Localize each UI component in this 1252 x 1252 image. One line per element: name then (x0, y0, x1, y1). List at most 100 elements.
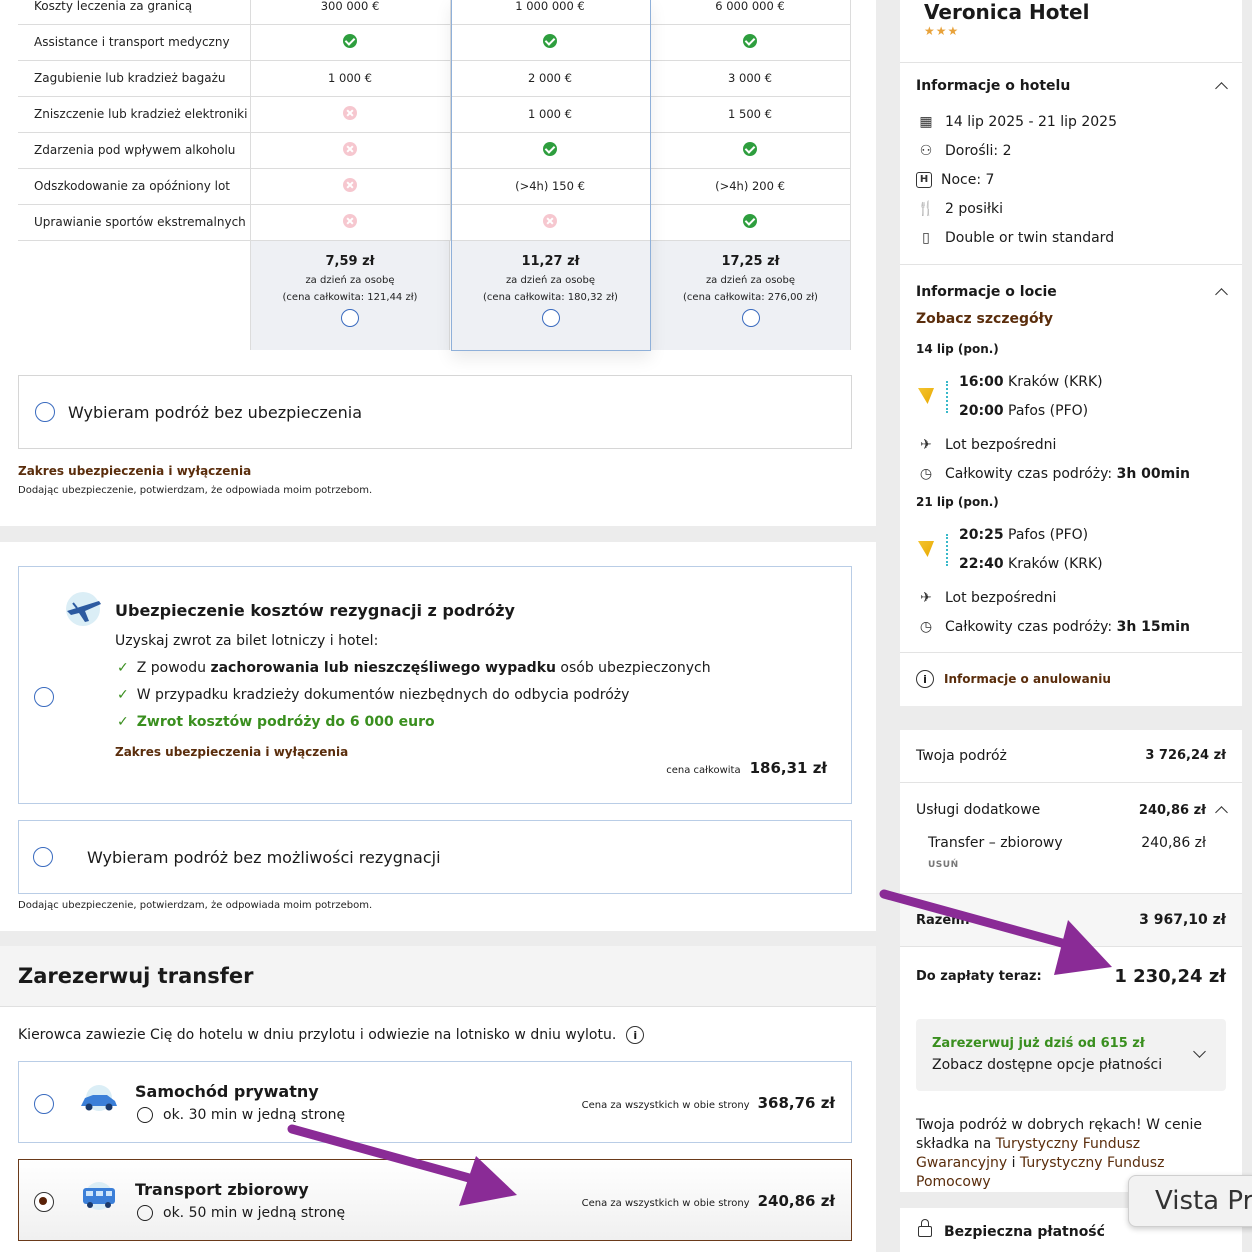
outbound-arrival: 20:00 Pafos (PFO) (959, 403, 1088, 419)
extras-value: 240,86 zł (1138, 802, 1206, 818)
coverage-label: Zdarzenia pod wpływem alkoholu (18, 132, 250, 169)
vista-preview-tab[interactable]: Vista Pr (1128, 1175, 1252, 1227)
coverage-row: Assistance i transport medyczny (18, 24, 851, 61)
nights-row: H Noce: 7 (916, 165, 1117, 194)
airline-logo-icon (918, 388, 934, 404)
transfer-heading: Zarezerwuj transfer (18, 964, 254, 988)
no-cancellation-option[interactable]: Wybieram podróż bez możliwości rezygnacj… (18, 820, 852, 894)
scope-link[interactable]: Zakres ubezpieczenia i wyłączenia (18, 464, 251, 478)
cancellation-subtitle: Uzyskaj zwrot za bilet lotniczy i hotel: (115, 633, 379, 649)
hotel-info-header[interactable]: Informacje o hotelu (916, 78, 1230, 95)
divider (900, 264, 1242, 265)
meals-row: 🍴 2 posiłki (916, 194, 1117, 223)
divider (900, 782, 1242, 783)
details-link[interactable]: Zobacz szczegóły (916, 311, 1053, 327)
benefit-text: Z powodu (136, 660, 211, 676)
cancellation-scope-link[interactable]: Zakres ubezpieczenia i wyłączenia (115, 745, 348, 759)
cancel-info-link[interactable]: i Informacje o anulowaniu (916, 670, 1111, 688)
no-insurance-radio[interactable] (35, 402, 55, 422)
price-value: 368,76 zł (757, 1094, 835, 1112)
transfer-radio[interactable] (34, 1094, 54, 1114)
place: Pafos (PFO) (1008, 403, 1089, 419)
price-summary: Twoja podróż 3 726,24 zł Usługi dodatkowe… (900, 730, 1242, 1192)
adults-text: Dorośli: 2 (945, 142, 1012, 159)
reserve-from-text: Zarezerwuj już dziś od 615 zł (932, 1036, 1145, 1051)
section-title: Informacje o hotelu (916, 78, 1071, 94)
transfer-time: ok. 50 min w jedną stronę (137, 1205, 345, 1221)
chevron-up-icon[interactable] (1215, 288, 1228, 301)
benefit-text: Zwrot kosztów podróży do 6 000 euro (136, 714, 435, 730)
check-icon (649, 204, 851, 241)
transfer-price: Cena za wszystkich w obie strony 368,76 … (582, 1094, 835, 1112)
remove-link[interactable]: USUŃ (928, 860, 959, 870)
pay-now-value: 1 230,24 zł (1114, 966, 1226, 987)
divider (900, 652, 1242, 653)
hotel-name: Veronica Hotel (924, 0, 1090, 24)
section-title: Informacje o locie (916, 284, 1057, 300)
lock-shackle (921, 1219, 929, 1227)
info-icon[interactable]: i (626, 1026, 645, 1044)
check-icon: ✓ (117, 687, 129, 703)
plan-premium-price[interactable]: 17,25 zł za dzień za osobę (cena całkowi… (651, 241, 851, 350)
check-icon (649, 132, 851, 169)
info-icon: i (916, 670, 934, 688)
no-insurance-option[interactable]: Wybieram podróż bez ubezpieczenia (18, 375, 852, 449)
plane-icon: ✈ (920, 436, 932, 453)
coverage-row: Odszkodowanie za opóźniony lot (>4h) 150 … (18, 168, 851, 205)
check-icon: ✓ (117, 660, 129, 676)
no-cancellation-radio[interactable] (33, 847, 53, 867)
cancellation-title: Ubezpieczenie kosztów rezygnacji z podró… (115, 601, 515, 620)
plan-price: 7,59 zł (325, 254, 375, 269)
airline-logo-icon (918, 541, 934, 557)
total-value: 3h 00min (1116, 465, 1190, 482)
time: 22:40 (959, 556, 1004, 572)
transfer-option-shared[interactable]: Transport zbiorowy ok. 50 min w jedną st… (18, 1159, 852, 1241)
price-label: Cena za wszystkich w obie strony (581, 1100, 750, 1111)
payment-options-box[interactable]: Zarezerwuj już dziś od 615 zł Zobacz dos… (916, 1019, 1226, 1091)
coverage-value: 1 500 € (649, 96, 851, 133)
cancellation-radio[interactable] (34, 687, 54, 707)
price-value: 240,86 zł (757, 1192, 835, 1210)
coverage-label: Koszty leczenia za granicą (18, 0, 250, 25)
plan-per: za dzień za osobę (705, 275, 796, 286)
room-text: Double or twin standard (945, 229, 1115, 246)
plan-basic-price[interactable]: 7,59 zł za dzień za osobę (cena całkowit… (250, 241, 450, 350)
car-icon (81, 1085, 117, 1111)
calendar-icon: ▦ (919, 113, 933, 130)
coverage-row: Uprawianie sportów ekstremalnych (18, 204, 851, 241)
no-insurance-label: Wybieram podróż bez ubezpieczenia (68, 402, 363, 422)
outbound-departure: 16:00 Kraków (KRK) (959, 374, 1103, 390)
cross-icon (343, 177, 357, 192)
transfer-radio-selected[interactable] (34, 1192, 54, 1212)
trip-value: 3 726,24 zł (1145, 748, 1226, 763)
flight-info-header[interactable]: Informacje o locie (916, 284, 1230, 301)
total-row: Razem: 3 967,10 zł (900, 893, 1242, 947)
outbound-date: 14 lip (pon.) (916, 342, 999, 356)
plan-radio[interactable] (741, 309, 760, 327)
check-icon (649, 24, 851, 61)
consent-note: Dodając ubezpieczenie, potwierdzam, że o… (18, 900, 373, 911)
plane-icon: ✈ (920, 589, 932, 606)
hotel-info-list: ▦ 14 lip 2025 - 21 lip 2025 ⚇ Dorośli: 2 H… (916, 107, 1117, 252)
coverage-label: Odszkodowanie za opóźniony lot (18, 168, 250, 205)
plan-total: (cena całkowita: 121,44 zł) (282, 292, 418, 303)
outbound-total: ◷ Całkowity czas podróży: 3h 00min (916, 459, 1190, 488)
trip-label: Twoja podróż (916, 748, 1007, 764)
cross-icon (343, 141, 357, 156)
trust-and: i (1007, 1155, 1020, 1171)
hotel-stars: ★★★ (924, 24, 960, 38)
extras-row[interactable]: Usługi dodatkowe 240,86 zł (916, 802, 1230, 819)
cancellation-option[interactable]: Ubezpieczenie kosztów rezygnacji z podró… (18, 566, 852, 804)
chevron-up-icon[interactable] (1215, 806, 1228, 819)
return-total: ◷ Całkowity czas podróży: 3h 15min (916, 612, 1190, 641)
plan-radio[interactable] (341, 309, 359, 327)
chevron-up-icon[interactable] (1215, 82, 1228, 95)
pay-now-label: Do zapłaty teraz: (916, 969, 1042, 984)
chevron-down-icon[interactable] (1193, 1045, 1206, 1058)
pay-now-row: Do zapłaty teraz: 1 230,24 zł (916, 966, 1226, 987)
room-row: ▯ Double or twin standard (916, 223, 1117, 252)
transfer-option-private[interactable]: Samochód prywatny ok. 30 min w jedną str… (18, 1061, 852, 1143)
benefit-text: W przypadku kradzieży dokumentów niezbęd… (136, 687, 630, 703)
payment-options-text: Zobacz dostępne opcje płatności (932, 1057, 1163, 1073)
coverage-row: Zagubienie lub kradzież bagażu 1 000 €2 0… (18, 60, 851, 97)
